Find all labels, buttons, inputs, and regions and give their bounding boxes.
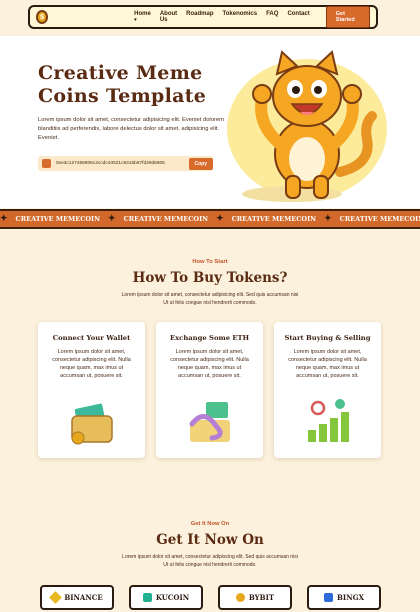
step-card-trading: Start Buying & Selling Lorem ipsum dolor… [274, 322, 381, 458]
star-icon: ✦ [108, 214, 116, 224]
exchange-list: BINANCE KUCOIN BYBIT BINGX [40, 585, 381, 610]
growth-chart-icon [308, 399, 349, 442]
ticker-item: CREATIVE MEMECOIN [231, 215, 317, 223]
hero-section: Creative Meme Coins Template Lorem ipsum… [0, 36, 420, 208]
binance-button[interactable]: BINANCE [40, 585, 114, 610]
step-card-exchange: Exchange Some ETH Lorem ipsum dolor sit … [156, 322, 263, 458]
how-to-title: How To Buy Tokens? [132, 270, 288, 286]
menu-item-contact[interactable]: Contact [287, 11, 309, 23]
hero-description: Lorem ipsum dolor sit amet, consectetur … [38, 117, 224, 141]
menu-item-roadmap[interactable]: Roadmap [186, 11, 213, 23]
main-menu: Home ▾ About Us Roadmap Tokenomics FAQ C… [134, 11, 310, 23]
star-icon: ✦ [324, 214, 332, 224]
menu-item-faq[interactable]: FAQ [266, 11, 278, 23]
kucoin-button[interactable]: KUCOIN [129, 585, 203, 610]
how-to-description: Lorem ipsum dolor sit amet, consectetur … [121, 292, 299, 306]
card-title: Start Buying & Selling [284, 334, 371, 342]
ticker-item: CREATIVE MEMECOIN [15, 215, 101, 223]
get-it-description: Lorem ipsum dolor sit amet, consectetur … [122, 554, 298, 568]
step-card-wallet: Connect Your Wallet Lorem ipsum dolor si… [38, 322, 145, 458]
menu-item-about[interactable]: About Us [160, 11, 177, 23]
memecoin-ticker: ✦ CREATIVE MEMECOIN ✦ CREATIVE MEMECOIN ✦ C… [0, 209, 420, 229]
card-title: Exchange Some ETH [169, 334, 250, 342]
ticker-item: CREATIVE MEMECOIN [123, 215, 209, 223]
contract-address: 0xe3c127466906c2ccdc43521c8315b67fd39d66… [56, 161, 165, 166]
chevron-down-icon: ▾ [134, 17, 137, 23]
money-exchange-icon [189, 402, 230, 442]
binance-icon [49, 591, 63, 604]
coin-logo-icon[interactable]: $ [36, 10, 49, 24]
card-text: Lorem ipsum dolor sit amet, consectetur … [288, 349, 367, 379]
star-icon: ✦ [216, 214, 224, 224]
menu-item-tokenomics[interactable]: Tokenomics [223, 11, 258, 23]
bybit-icon [235, 593, 245, 602]
card-title: Connect Your Wallet [52, 334, 131, 342]
get-it-title: Get It Now On [156, 532, 264, 548]
menu-item-home[interactable]: Home ▾ [134, 11, 151, 23]
hero-title: Creative Meme Coins Template [38, 62, 207, 107]
card-text: Lorem ipsum dolor sit amet, consectetur … [52, 349, 131, 379]
copy-icon [42, 159, 51, 168]
bybit-button[interactable]: BYBIT [218, 585, 292, 610]
bingx-icon [324, 593, 333, 602]
top-navbar: $ Home ▾ About Us Roadmap Tokenomics FAQ… [28, 5, 378, 29]
copy-button[interactable]: Copy [188, 157, 213, 170]
card-text: Lorem ipsum dolor sit amet, consectetur … [170, 349, 249, 379]
contract-address-box: 0xe3c127466906c2ccdc43521c8315b67fd39d66… [38, 156, 213, 171]
get-started-button[interactable]: Get Started [325, 6, 370, 28]
star-icon: ✦ [0, 214, 8, 224]
how-to-subtitle: How To Start [192, 259, 228, 265]
bingx-button[interactable]: BINGX [307, 585, 381, 610]
ticker-item: CREATIVE MEMECOIN [339, 215, 420, 223]
get-it-subtitle: Get It Now On [190, 521, 230, 527]
wallet-icon [71, 403, 113, 445]
cat-mascot-icon [227, 50, 387, 202]
kucoin-icon [142, 593, 152, 602]
